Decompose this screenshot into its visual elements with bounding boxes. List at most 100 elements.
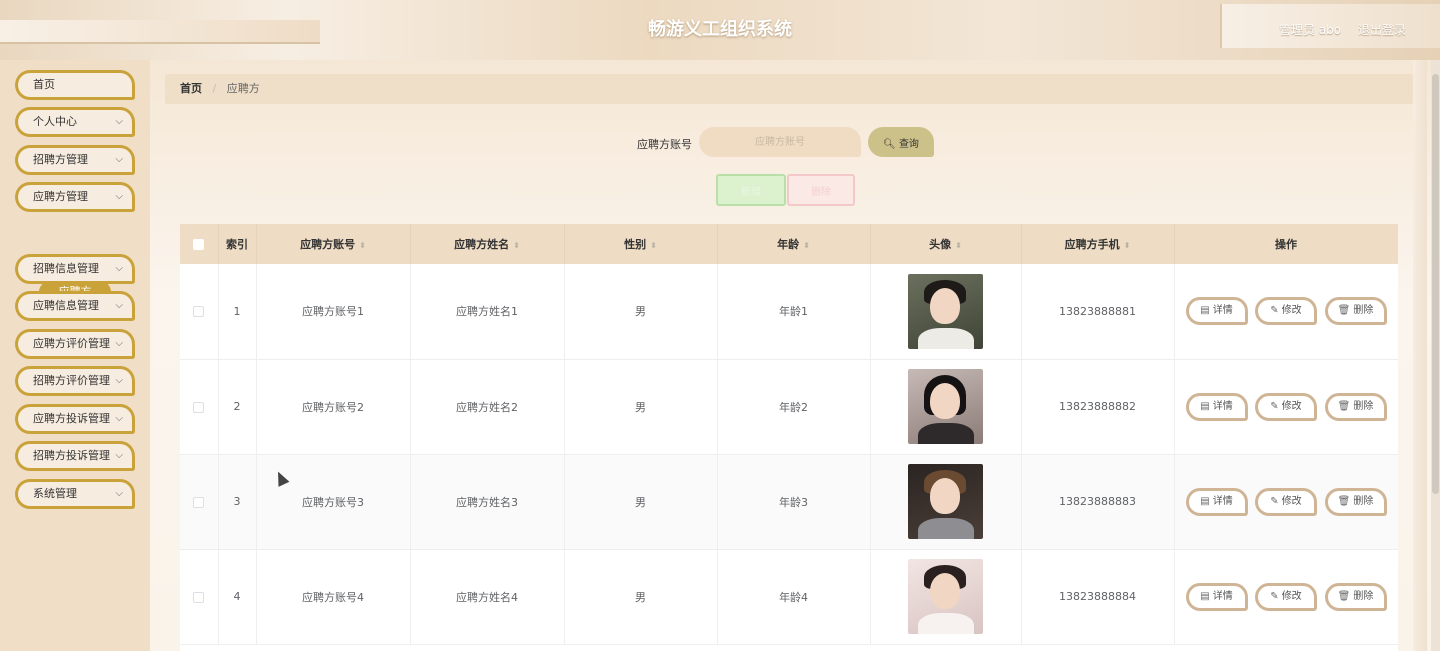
avatar[interactable] bbox=[908, 464, 983, 539]
detail-button[interactable]: ▤ 详情 bbox=[1185, 297, 1248, 326]
detail-button[interactable]: ▤ 详情 bbox=[1185, 582, 1248, 611]
cell-age: 年龄2 bbox=[717, 359, 871, 455]
table-row: 4 应聘方账号4 应聘方姓名4 男 年龄4 13823888884 ▤ 详情 ✎… bbox=[180, 549, 1398, 645]
column-header-account[interactable]: 应聘方账号 ⬍ bbox=[256, 224, 411, 264]
column-header-age[interactable]: 年龄 ⬍ bbox=[717, 224, 871, 264]
add-button-label: 新增 bbox=[741, 186, 761, 198]
column-header-select[interactable] bbox=[180, 224, 219, 264]
cell-index: 1 bbox=[218, 264, 257, 360]
cell-gender: 男 bbox=[564, 359, 718, 455]
current-user-label: 管理员 abo bbox=[1279, 23, 1342, 37]
avatar[interactable] bbox=[908, 273, 983, 349]
breadcrumb: 首页 / 应聘方 bbox=[165, 74, 1413, 104]
sidebar-item-applicant-complaint-management[interactable]: 应聘方投诉管理 ⌵ bbox=[15, 404, 135, 434]
sidebar-item-label: 系统管理 bbox=[33, 487, 77, 500]
cell-name: 应聘方姓名3 bbox=[410, 454, 565, 550]
search-button[interactable]: 🔍︎ 查询 bbox=[868, 127, 934, 157]
sidebar-item-system-management[interactable]: 系统管理 ⌵ bbox=[15, 479, 135, 509]
search-button-label: 查询 bbox=[898, 138, 919, 150]
sort-icon[interactable]: ⬍ bbox=[513, 241, 520, 250]
sort-icon[interactable]: ⬍ bbox=[955, 241, 962, 250]
cell-name: 应聘方姓名2 bbox=[410, 359, 565, 455]
sidebar-item-label: 招聘方评价管理 bbox=[33, 374, 110, 387]
table-row: 3 应聘方账号3 应聘方姓名3 男 年龄3 13823888883 ▤ 详情 ✎… bbox=[180, 454, 1398, 550]
column-header-gender[interactable]: 性别 ⬍ bbox=[564, 224, 718, 264]
breadcrumb-home[interactable]: 首页 bbox=[180, 82, 202, 95]
sidebar-item-recruiter-complaint-management[interactable]: 招聘方投诉管理 ⌵ bbox=[15, 441, 135, 471]
sidebar-item-recruiter-management[interactable]: 招聘方管理 ⌵ bbox=[15, 145, 135, 175]
column-header-name[interactable]: 应聘方姓名 ⬍ bbox=[410, 224, 565, 264]
chevron-down-icon: ⌵ bbox=[115, 450, 123, 461]
add-button[interactable]: 新增 bbox=[716, 174, 786, 206]
sidebar-item-label: 应聘方评价管理 bbox=[33, 337, 110, 350]
edit-button[interactable]: ✎ 修改 bbox=[1255, 297, 1317, 326]
chevron-down-icon: ⌵ bbox=[115, 300, 123, 311]
row-checkbox[interactable] bbox=[193, 306, 205, 318]
cell-account: 应聘方账号3 bbox=[256, 454, 411, 550]
sidebar-item-recruitment-info-management[interactable]: 招聘信息管理 ⌵ bbox=[15, 254, 135, 284]
cell-name: 应聘方姓名4 bbox=[410, 549, 565, 645]
breadcrumb-current: 应聘方 bbox=[226, 82, 260, 95]
sort-icon[interactable]: ⬍ bbox=[1124, 241, 1131, 250]
trash-icon: 🗑︎ bbox=[1337, 400, 1351, 412]
cell-age: 年龄4 bbox=[717, 549, 871, 645]
sidebar-item-home[interactable]: 首页 bbox=[15, 70, 135, 100]
cell-gender: 男 bbox=[564, 264, 718, 360]
sidebar-item-applicant-review-management[interactable]: 应聘方评价管理 ⌵ bbox=[15, 329, 135, 359]
chevron-down-icon: ⌵ bbox=[115, 338, 123, 349]
pencil-icon: ✎ bbox=[1270, 495, 1279, 507]
logout-link[interactable]: 退出登录 bbox=[1358, 0, 1406, 60]
page-scrollbar[interactable] bbox=[1431, 60, 1440, 651]
column-header-phone[interactable]: 应聘方手机 ⬍ bbox=[1021, 224, 1175, 264]
avatar[interactable] bbox=[908, 369, 983, 444]
sidebar: 首页 个人中心 ⌵ 招聘方管理 ⌵ 应聘方管理 ⌵ 应聘方 招聘信息管理 ⌵ 应… bbox=[0, 60, 150, 651]
trash-icon: 🗑︎ bbox=[1337, 495, 1351, 507]
pencil-icon: ✎ bbox=[1270, 400, 1279, 412]
edit-button[interactable]: ✎ 修改 bbox=[1255, 582, 1317, 611]
row-checkbox[interactable] bbox=[193, 496, 205, 508]
detail-button[interactable]: ▤ 详情 bbox=[1185, 487, 1248, 516]
scrollbar-thumb[interactable] bbox=[1432, 74, 1439, 494]
cell-phone: 13823888881 bbox=[1021, 264, 1175, 360]
edit-button[interactable]: ✎ 修改 bbox=[1255, 487, 1317, 516]
sidebar-item-label: 应聘信息管理 bbox=[33, 299, 99, 312]
chevron-down-icon: ⌵ bbox=[115, 375, 123, 386]
sort-icon[interactable]: ⬍ bbox=[359, 241, 366, 250]
cell-name: 应聘方姓名1 bbox=[410, 264, 565, 360]
sidebar-item-label: 招聘方管理 bbox=[33, 153, 88, 166]
row-checkbox[interactable] bbox=[193, 401, 205, 413]
sidebar-item-label: 首页 bbox=[33, 78, 55, 91]
delete-button[interactable]: 🗑︎ 删除 bbox=[1324, 392, 1387, 421]
sidebar-item-applicant-management[interactable]: 应聘方管理 ⌵ bbox=[15, 182, 135, 212]
edit-button[interactable]: ✎ 修改 bbox=[1255, 392, 1317, 421]
delete-button[interactable]: 🗑︎ 删除 bbox=[1324, 297, 1387, 326]
app-title: 畅游义工组织系统 bbox=[648, 19, 792, 40]
column-header-index: 索引 bbox=[218, 224, 257, 264]
chevron-up-icon: ⌵ bbox=[115, 191, 123, 202]
cell-gender: 男 bbox=[564, 454, 718, 550]
sort-icon[interactable]: ⬍ bbox=[803, 241, 810, 250]
sidebar-item-personal-center[interactable]: 个人中心 ⌵ bbox=[15, 107, 135, 137]
search-input[interactable] bbox=[699, 127, 861, 157]
breadcrumb-separator: / bbox=[212, 82, 217, 95]
top-header: 畅游义工组织系统 管理员 abo 退出登录 bbox=[0, 0, 1440, 60]
detail-button[interactable]: ▤ 详情 bbox=[1185, 392, 1248, 421]
sidebar-item-recruiter-review-management[interactable]: 招聘方评价管理 ⌵ bbox=[15, 366, 135, 396]
document-icon: ▤ bbox=[1200, 590, 1210, 602]
column-header-avatar[interactable]: 头像 ⬍ bbox=[870, 224, 1022, 264]
sort-icon[interactable]: ⬍ bbox=[650, 241, 657, 250]
table-row: 2 应聘方账号2 应聘方姓名2 男 年龄2 13823888882 ▤ 详情 ✎… bbox=[180, 359, 1398, 455]
pencil-icon: ✎ bbox=[1270, 590, 1279, 602]
document-icon: ▤ bbox=[1200, 400, 1210, 412]
select-all-checkbox[interactable] bbox=[193, 239, 205, 250]
delete-button[interactable]: 🗑︎ 删除 bbox=[1324, 582, 1387, 611]
trash-icon: 🗑︎ bbox=[1337, 590, 1351, 602]
batch-delete-button[interactable]: 删除 bbox=[787, 174, 855, 206]
avatar[interactable] bbox=[908, 559, 983, 634]
sidebar-item-application-info-management[interactable]: 应聘信息管理 ⌵ bbox=[15, 291, 135, 321]
document-icon: ▤ bbox=[1200, 495, 1210, 507]
row-checkbox[interactable] bbox=[193, 591, 205, 603]
table-row: 1 应聘方账号1 应聘方姓名1 男 年龄1 13823888881 ▤ 详情 ✎… bbox=[180, 264, 1398, 360]
delete-button[interactable]: 🗑︎ 删除 bbox=[1324, 487, 1387, 516]
main-content: 首页 / 应聘方 应聘方账号 🔍︎ 查询 新增 删除 索引 应聘方账号⬍ 应聘方… bbox=[150, 60, 1440, 651]
